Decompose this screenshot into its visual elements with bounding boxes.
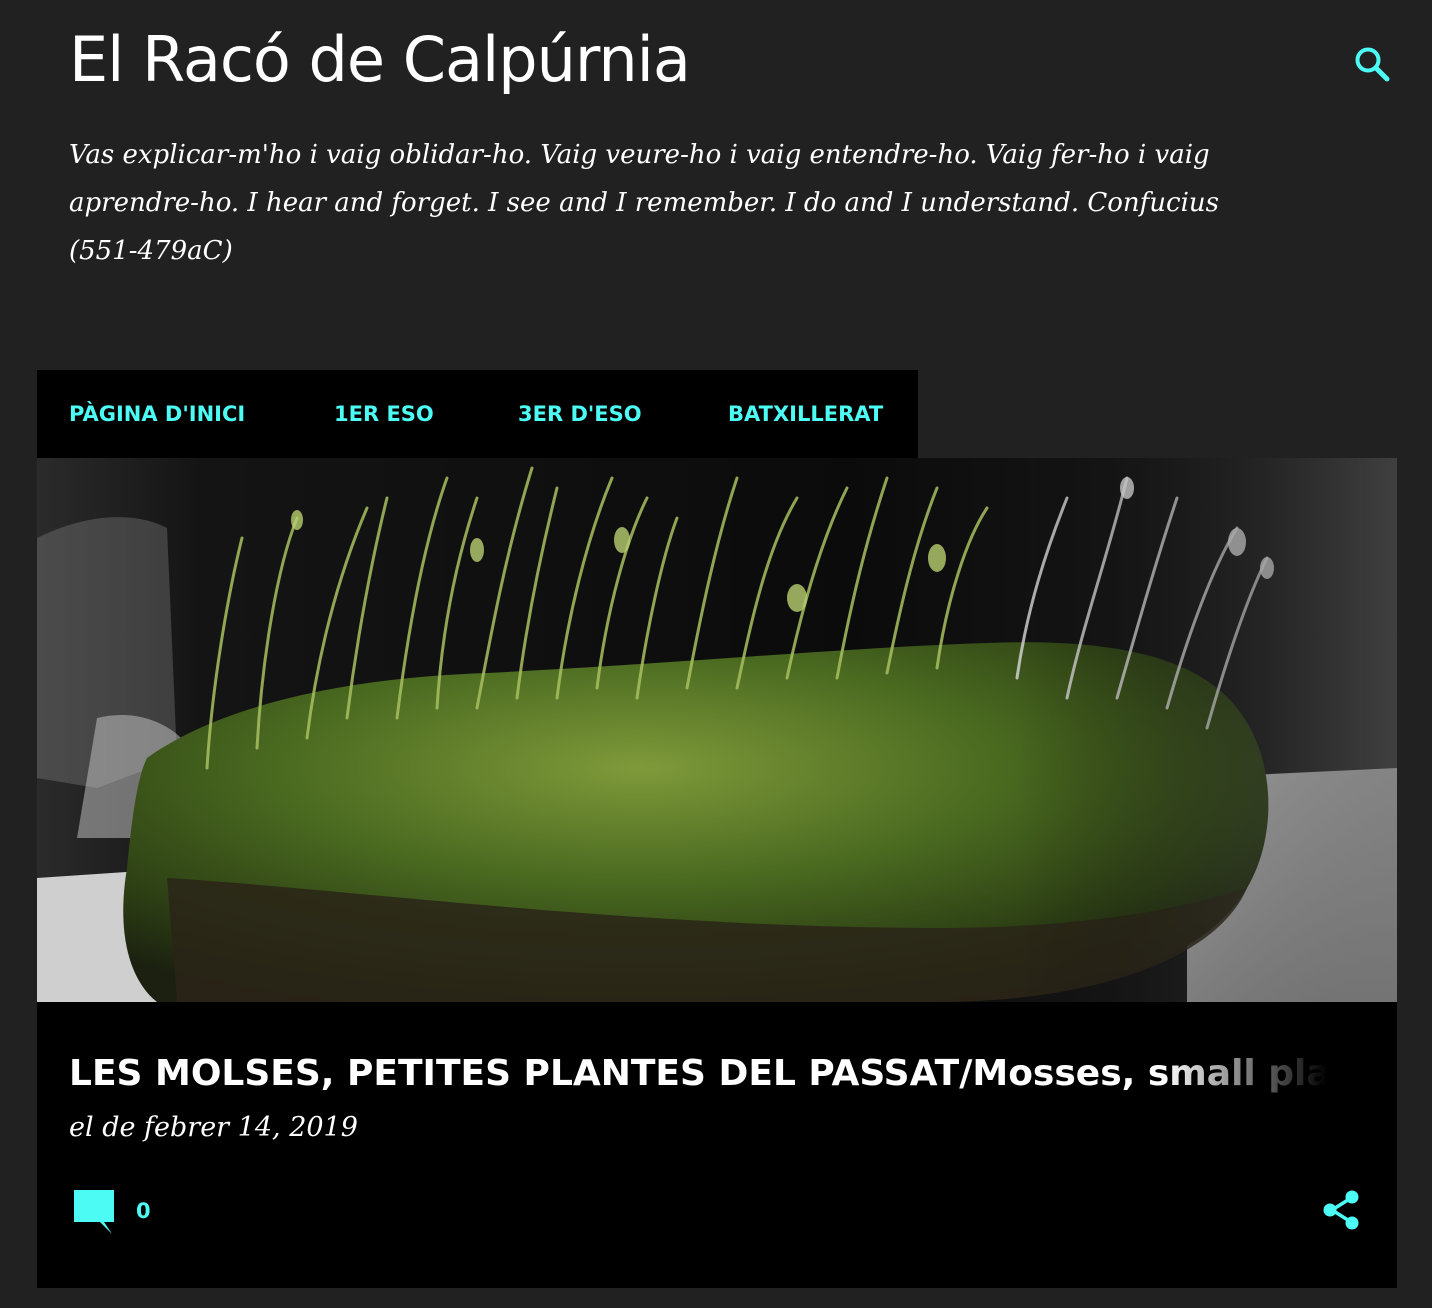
nav-item-1er-eso[interactable]: 1ER ESO [334,401,434,427]
comment-link[interactable]: 0 [70,1186,160,1236]
comment-count: 0 [136,1199,151,1223]
blog-header: El Racó de Calpúrnia Vas explicar-m'ho i… [0,0,1432,370]
share-icon [1323,1190,1359,1230]
moss-photo [37,458,1397,1002]
nav-item-home[interactable]: PÀGINA D'INICI [69,401,245,427]
blog-description: Vas explicar-m'ho i vaig oblidar-ho. Vai… [69,140,1219,266]
search-icon [1355,47,1390,82]
nav-item-batxillerat[interactable]: BATXILLERAT [728,401,883,427]
post-date: el de febrer 14, 2019 [69,1112,358,1143]
post-title[interactable]: LES MOLSES, PETITES PLANTES DEL PASSAT/M… [69,1046,1327,1102]
search-button[interactable] [1346,38,1398,90]
blog-title[interactable]: El Racó de Calpúrnia [69,18,691,102]
nav-item-3er-eso[interactable]: 3ER D'ESO [518,401,642,427]
comment-icon [74,1190,114,1234]
post-featured-image[interactable] [37,458,1397,1002]
share-button[interactable] [1318,1186,1366,1234]
